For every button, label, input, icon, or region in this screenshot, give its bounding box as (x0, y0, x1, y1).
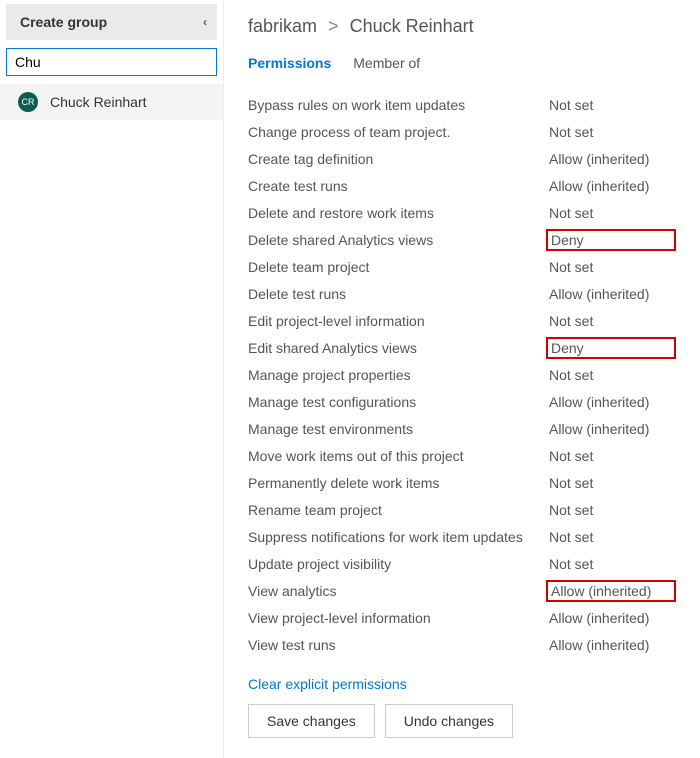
permission-row: Delete and restore work itemsNot set (248, 199, 676, 226)
button-row: Save changes Undo changes (248, 704, 676, 738)
create-group-button[interactable]: Create group ‹ (6, 4, 217, 40)
tab-member-of[interactable]: Member of (353, 55, 420, 73)
permission-label: Manage project properties (248, 367, 546, 383)
permission-value[interactable]: Allow (inherited) (546, 580, 676, 602)
permission-row: Bypass rules on work item updatesNot set (248, 91, 676, 118)
permission-label: Change process of team project. (248, 124, 546, 140)
permission-label: Rename team project (248, 502, 546, 518)
permission-label: Suppress notifications for work item upd… (248, 529, 546, 545)
permission-label: Delete test runs (248, 286, 546, 302)
permission-row: Edit shared Analytics viewsDeny (248, 334, 676, 361)
permission-value[interactable]: Allow (inherited) (546, 393, 676, 411)
permission-value[interactable]: Not set (546, 204, 676, 222)
breadcrumb-org[interactable]: fabrikam (248, 16, 317, 36)
permission-value[interactable]: Not set (546, 474, 676, 492)
permission-value[interactable]: Not set (546, 366, 676, 384)
clear-permissions-link[interactable]: Clear explicit permissions (248, 676, 407, 692)
permission-label: Manage test environments (248, 421, 546, 437)
permission-value[interactable]: Not set (546, 312, 676, 330)
permission-value[interactable]: Not set (546, 447, 676, 465)
permission-value[interactable]: Not set (546, 501, 676, 519)
permission-label: Permanently delete work items (248, 475, 546, 491)
permission-row: Permanently delete work itemsNot set (248, 469, 676, 496)
permission-row: Delete test runsAllow (inherited) (248, 280, 676, 307)
permission-row: Update project visibilityNot set (248, 550, 676, 577)
permission-label: Delete shared Analytics views (248, 232, 546, 248)
permission-value[interactable]: Allow (inherited) (546, 636, 676, 654)
permission-row: Suppress notifications for work item upd… (248, 523, 676, 550)
permission-value[interactable]: Not set (546, 123, 676, 141)
permission-label: Delete team project (248, 259, 546, 275)
permission-label: Create tag definition (248, 151, 546, 167)
permissions-table: Bypass rules on work item updatesNot set… (248, 91, 676, 658)
permission-label: Manage test configurations (248, 394, 546, 410)
tabs: Permissions Member of (248, 55, 676, 73)
permission-row: View test runsAllow (inherited) (248, 631, 676, 658)
breadcrumb: fabrikam > Chuck Reinhart (248, 16, 676, 37)
permission-row: Change process of team project.Not set (248, 118, 676, 145)
permission-value[interactable]: Deny (546, 229, 676, 251)
permission-row: Delete team projectNot set (248, 253, 676, 280)
permission-value[interactable]: Allow (inherited) (546, 285, 676, 303)
permission-value[interactable]: Deny (546, 337, 676, 359)
permission-row: View analyticsAllow (inherited) (248, 577, 676, 604)
avatar: CR (18, 92, 38, 112)
permission-row: Move work items out of this projectNot s… (248, 442, 676, 469)
permission-value[interactable]: Allow (inherited) (546, 150, 676, 168)
sidebar: Create group ‹ CR Chuck Reinhart (0, 0, 224, 758)
permission-label: Move work items out of this project (248, 448, 546, 464)
permission-label: Create test runs (248, 178, 546, 194)
permission-label: Bypass rules on work item updates (248, 97, 546, 113)
save-button[interactable]: Save changes (248, 704, 375, 738)
permission-value[interactable]: Allow (inherited) (546, 609, 676, 627)
breadcrumb-separator: > (328, 16, 339, 36)
breadcrumb-user: Chuck Reinhart (350, 16, 474, 36)
permission-row: Create tag definitionAllow (inherited) (248, 145, 676, 172)
user-list-item[interactable]: CR Chuck Reinhart (0, 84, 223, 120)
permission-row: Rename team projectNot set (248, 496, 676, 523)
permission-label: Delete and restore work items (248, 205, 546, 221)
permission-value[interactable]: Allow (inherited) (546, 177, 676, 195)
chevron-left-icon: ‹ (203, 15, 207, 29)
undo-button[interactable]: Undo changes (385, 704, 513, 738)
permission-row: Manage test configurationsAllow (inherit… (248, 388, 676, 415)
permission-label: View test runs (248, 637, 546, 653)
permission-label: View analytics (248, 583, 546, 599)
permission-label: Update project visibility (248, 556, 546, 572)
permission-value[interactable]: Allow (inherited) (546, 420, 676, 438)
permission-value[interactable]: Not set (546, 258, 676, 276)
permission-row: Edit project-level informationNot set (248, 307, 676, 334)
permission-value[interactable]: Not set (546, 96, 676, 114)
tab-permissions[interactable]: Permissions (248, 55, 331, 73)
permission-row: Create test runsAllow (inherited) (248, 172, 676, 199)
permission-value[interactable]: Not set (546, 555, 676, 573)
permission-row: Delete shared Analytics viewsDeny (248, 226, 676, 253)
user-list-item-name: Chuck Reinhart (50, 94, 147, 110)
permission-row: Manage project propertiesNot set (248, 361, 676, 388)
permission-value[interactable]: Not set (546, 528, 676, 546)
permission-row: View project-level informationAllow (inh… (248, 604, 676, 631)
permission-label: Edit project-level information (248, 313, 546, 329)
search-input[interactable] (6, 48, 217, 76)
permission-label: Edit shared Analytics views (248, 340, 546, 356)
main-panel: fabrikam > Chuck Reinhart Permissions Me… (224, 0, 700, 758)
permission-row: Manage test environmentsAllow (inherited… (248, 415, 676, 442)
permission-label: View project-level information (248, 610, 546, 626)
create-group-label: Create group (20, 14, 107, 30)
